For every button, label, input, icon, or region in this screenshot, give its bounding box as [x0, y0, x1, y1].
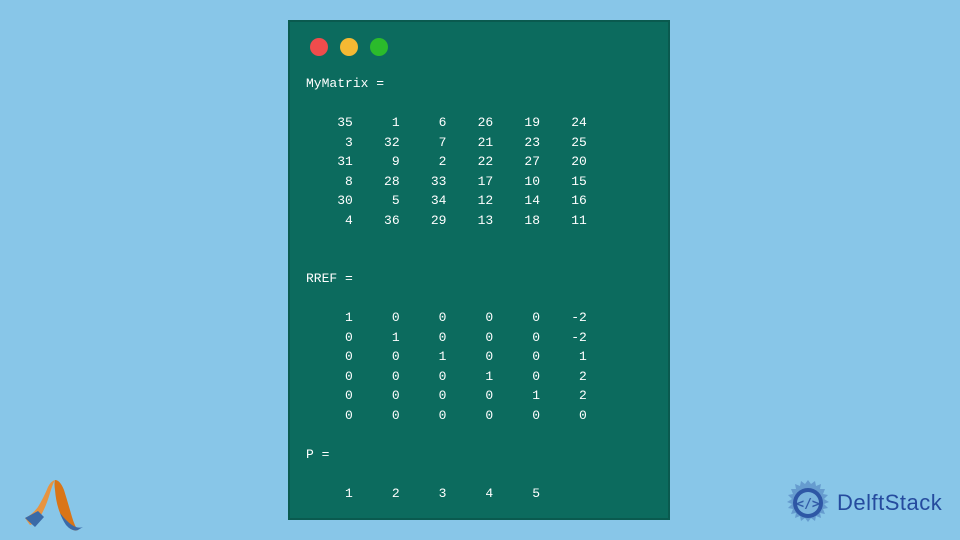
code-output: MyMatrix = 35 1 6 26 19 24 3 32 7 21 23 … — [306, 74, 652, 503]
terminal-window: MyMatrix = 35 1 6 26 19 24 3 32 7 21 23 … — [288, 20, 670, 520]
matrix-row: 4 36 29 13 18 11 — [306, 213, 587, 228]
gear-icon: </> — [783, 478, 833, 528]
brand-name: DelftStack — [837, 490, 942, 516]
window-controls — [306, 38, 652, 56]
matrix-row: 0 1 0 0 0 -2 — [306, 330, 587, 345]
matrix-row: 31 9 2 22 27 20 — [306, 154, 587, 169]
close-icon[interactable] — [310, 38, 328, 56]
matrix-row: 30 5 34 12 14 16 — [306, 193, 587, 208]
matrix-row: 1 0 0 0 0 -2 — [306, 310, 587, 325]
matrix-row: 1 2 3 4 5 — [306, 486, 540, 501]
matrix-row: 0 0 0 0 1 2 — [306, 388, 587, 403]
matrix-row: 0 0 0 0 0 0 — [306, 408, 587, 423]
minimize-icon[interactable] — [340, 38, 358, 56]
matrix-row: 0 0 0 1 0 2 — [306, 369, 587, 384]
var-label-mymatrix: MyMatrix = — [306, 76, 384, 91]
matrix-row: 8 28 33 17 10 15 — [306, 174, 587, 189]
maximize-icon[interactable] — [370, 38, 388, 56]
var-label-rref: RREF = — [306, 271, 353, 286]
delftstack-logo: </> DelftStack — [783, 475, 948, 530]
matlab-logo-icon — [20, 475, 90, 535]
matrix-row: 35 1 6 26 19 24 — [306, 115, 587, 130]
matrix-row: 3 32 7 21 23 25 — [306, 135, 587, 150]
matrix-row: 0 0 1 0 0 1 — [306, 349, 587, 364]
var-label-p: P = — [306, 447, 329, 462]
svg-text:</>: </> — [796, 497, 820, 512]
